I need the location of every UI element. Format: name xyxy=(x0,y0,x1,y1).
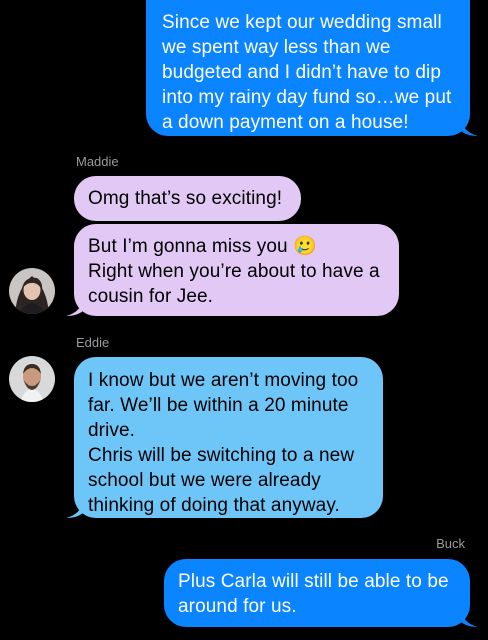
avatar-photo-icon xyxy=(9,356,55,402)
bubble-tail-icon xyxy=(66,296,84,316)
bubble-tail-icon xyxy=(66,498,84,518)
sender-name-maddie: Maddie xyxy=(76,154,119,169)
message-bubble-eddie-1[interactable]: I know but we aren’t moving too far. We’… xyxy=(74,357,383,518)
avatar-eddie[interactable] xyxy=(9,356,55,402)
sender-name-buck: Buck xyxy=(436,536,465,551)
avatar-maddie[interactable] xyxy=(9,268,55,314)
bubble-tail-icon xyxy=(460,116,478,136)
message-bubble-outgoing-2[interactable]: Plus Carla will still be able to be arou… xyxy=(164,559,470,627)
message-bubble-maddie-2[interactable]: But I’m gonna miss you 🥲 Right when you’… xyxy=(74,224,399,316)
message-bubble-maddie-1[interactable]: Omg that’s so exciting! xyxy=(74,176,301,221)
avatar-photo-icon xyxy=(9,268,55,314)
bubble-tail-icon xyxy=(460,607,478,627)
message-bubble-outgoing-1[interactable]: Since we kept our wedding small we spent… xyxy=(146,0,470,136)
sender-name-eddie: Eddie xyxy=(76,335,110,350)
